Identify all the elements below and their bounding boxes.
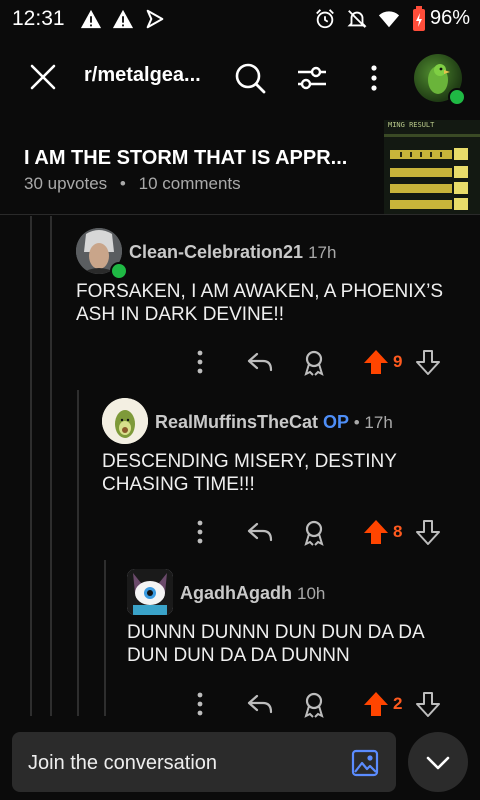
- collapse-button[interactable]: [408, 732, 468, 792]
- filter-icon[interactable]: [294, 60, 330, 96]
- post-thumbnail[interactable]: MING RESULT: [384, 120, 480, 214]
- battery-percent: 96%: [429, 7, 470, 29]
- comment-count: 10 comments: [138, 174, 241, 193]
- award-icon[interactable]: [300, 690, 328, 718]
- more-options-icon[interactable]: [186, 518, 214, 546]
- downvote-icon[interactable]: [414, 348, 442, 376]
- comment-body: FORSAKEN, I AM AWAKEN, A PHOENIX’S ASH I…: [76, 281, 444, 325]
- chevron-down-icon: [426, 756, 450, 770]
- vote-count: 2: [393, 694, 403, 713]
- comment-header: RealMuffinsTheCat OP • 17h: [155, 412, 393, 433]
- vote-count: 8: [393, 522, 403, 541]
- reply-icon[interactable]: [246, 348, 274, 376]
- upvote-icon[interactable]: [362, 348, 390, 376]
- downvote-icon[interactable]: [414, 690, 442, 718]
- comment-body: DUNNN DUNNN DUN DUN DA DA DUN DUN DA DA …: [127, 622, 424, 666]
- thread-line: [30, 216, 32, 716]
- commenter-avatar[interactable]: [127, 569, 173, 615]
- meta-separator: •: [119, 174, 126, 193]
- thread-line: [77, 390, 79, 716]
- thumbnail-caption: MING RESULT: [388, 121, 435, 129]
- avatar-image: [102, 398, 148, 444]
- award-icon[interactable]: [300, 348, 328, 376]
- comment-header: Clean-Celebration21 17h: [129, 242, 336, 263]
- reply-icon[interactable]: [246, 690, 274, 718]
- upvote-count: 30 upvotes: [24, 174, 108, 193]
- comment-header: AgadhAgadh 10h: [180, 583, 325, 604]
- join-conversation-placeholder: Join the conversation: [28, 752, 218, 774]
- close-icon[interactable]: [24, 58, 62, 96]
- more-vertical-icon[interactable]: [362, 60, 386, 96]
- status-bar: 12:31 96%: [0, 0, 480, 38]
- award-icon[interactable]: [300, 518, 328, 546]
- search-icon[interactable]: [232, 60, 268, 96]
- thumbnail-image: [384, 134, 480, 210]
- comment-username[interactable]: AgadhAgadh: [180, 583, 292, 603]
- status-time: 12:31: [12, 7, 65, 30]
- comment-username[interactable]: RealMuffinsTheCat: [155, 412, 318, 432]
- comment-time: 17h: [308, 243, 337, 262]
- battery-charging-icon: [413, 6, 425, 31]
- post-meta: 30 upvotes • 10 comments: [24, 174, 241, 194]
- comment: RealMuffinsTheCat OP • 17h DESCENDING MI…: [102, 398, 477, 558]
- online-indicator: [110, 262, 128, 280]
- warning-icon: [112, 9, 134, 29]
- thread-line: [104, 560, 106, 716]
- op-badge: OP: [323, 412, 349, 432]
- header-divider: [0, 214, 480, 215]
- comment-time: • 17h: [353, 413, 393, 432]
- upvote-icon[interactable]: [362, 518, 390, 546]
- commenter-avatar[interactable]: [102, 398, 148, 444]
- wifi-icon: [378, 11, 400, 28]
- vpn-icon: [146, 9, 164, 29]
- more-options-icon[interactable]: [186, 348, 214, 376]
- reply-icon[interactable]: [246, 518, 274, 546]
- online-indicator: [448, 88, 466, 106]
- alarm-icon: [316, 9, 334, 29]
- upvote-icon[interactable]: [362, 690, 390, 718]
- downvote-icon[interactable]: [414, 518, 442, 546]
- thread-line: [50, 216, 52, 716]
- vote-count: 9: [393, 352, 403, 371]
- post-title[interactable]: I AM THE STORM THAT IS APPR...: [24, 147, 364, 170]
- comment: Clean-Celebration21 17h FORSAKEN, I AM A…: [76, 228, 476, 388]
- avatar-image: [127, 569, 173, 615]
- subreddit-name[interactable]: r/metalgea...: [84, 64, 214, 87]
- mute-icon: [347, 10, 367, 28]
- comment-body: DESCENDING MISERY, DESTINY CHASING TIME!…: [102, 451, 397, 495]
- comment-username[interactable]: Clean-Celebration21: [129, 242, 303, 262]
- more-options-icon[interactable]: [186, 690, 214, 718]
- warning-icon: [80, 9, 102, 29]
- comment-time: 10h: [297, 584, 326, 603]
- image-icon[interactable]: [350, 748, 380, 778]
- comment: AgadhAgadh 10h DUNNN DUNNN DUN DUN DA DA…: [127, 569, 477, 719]
